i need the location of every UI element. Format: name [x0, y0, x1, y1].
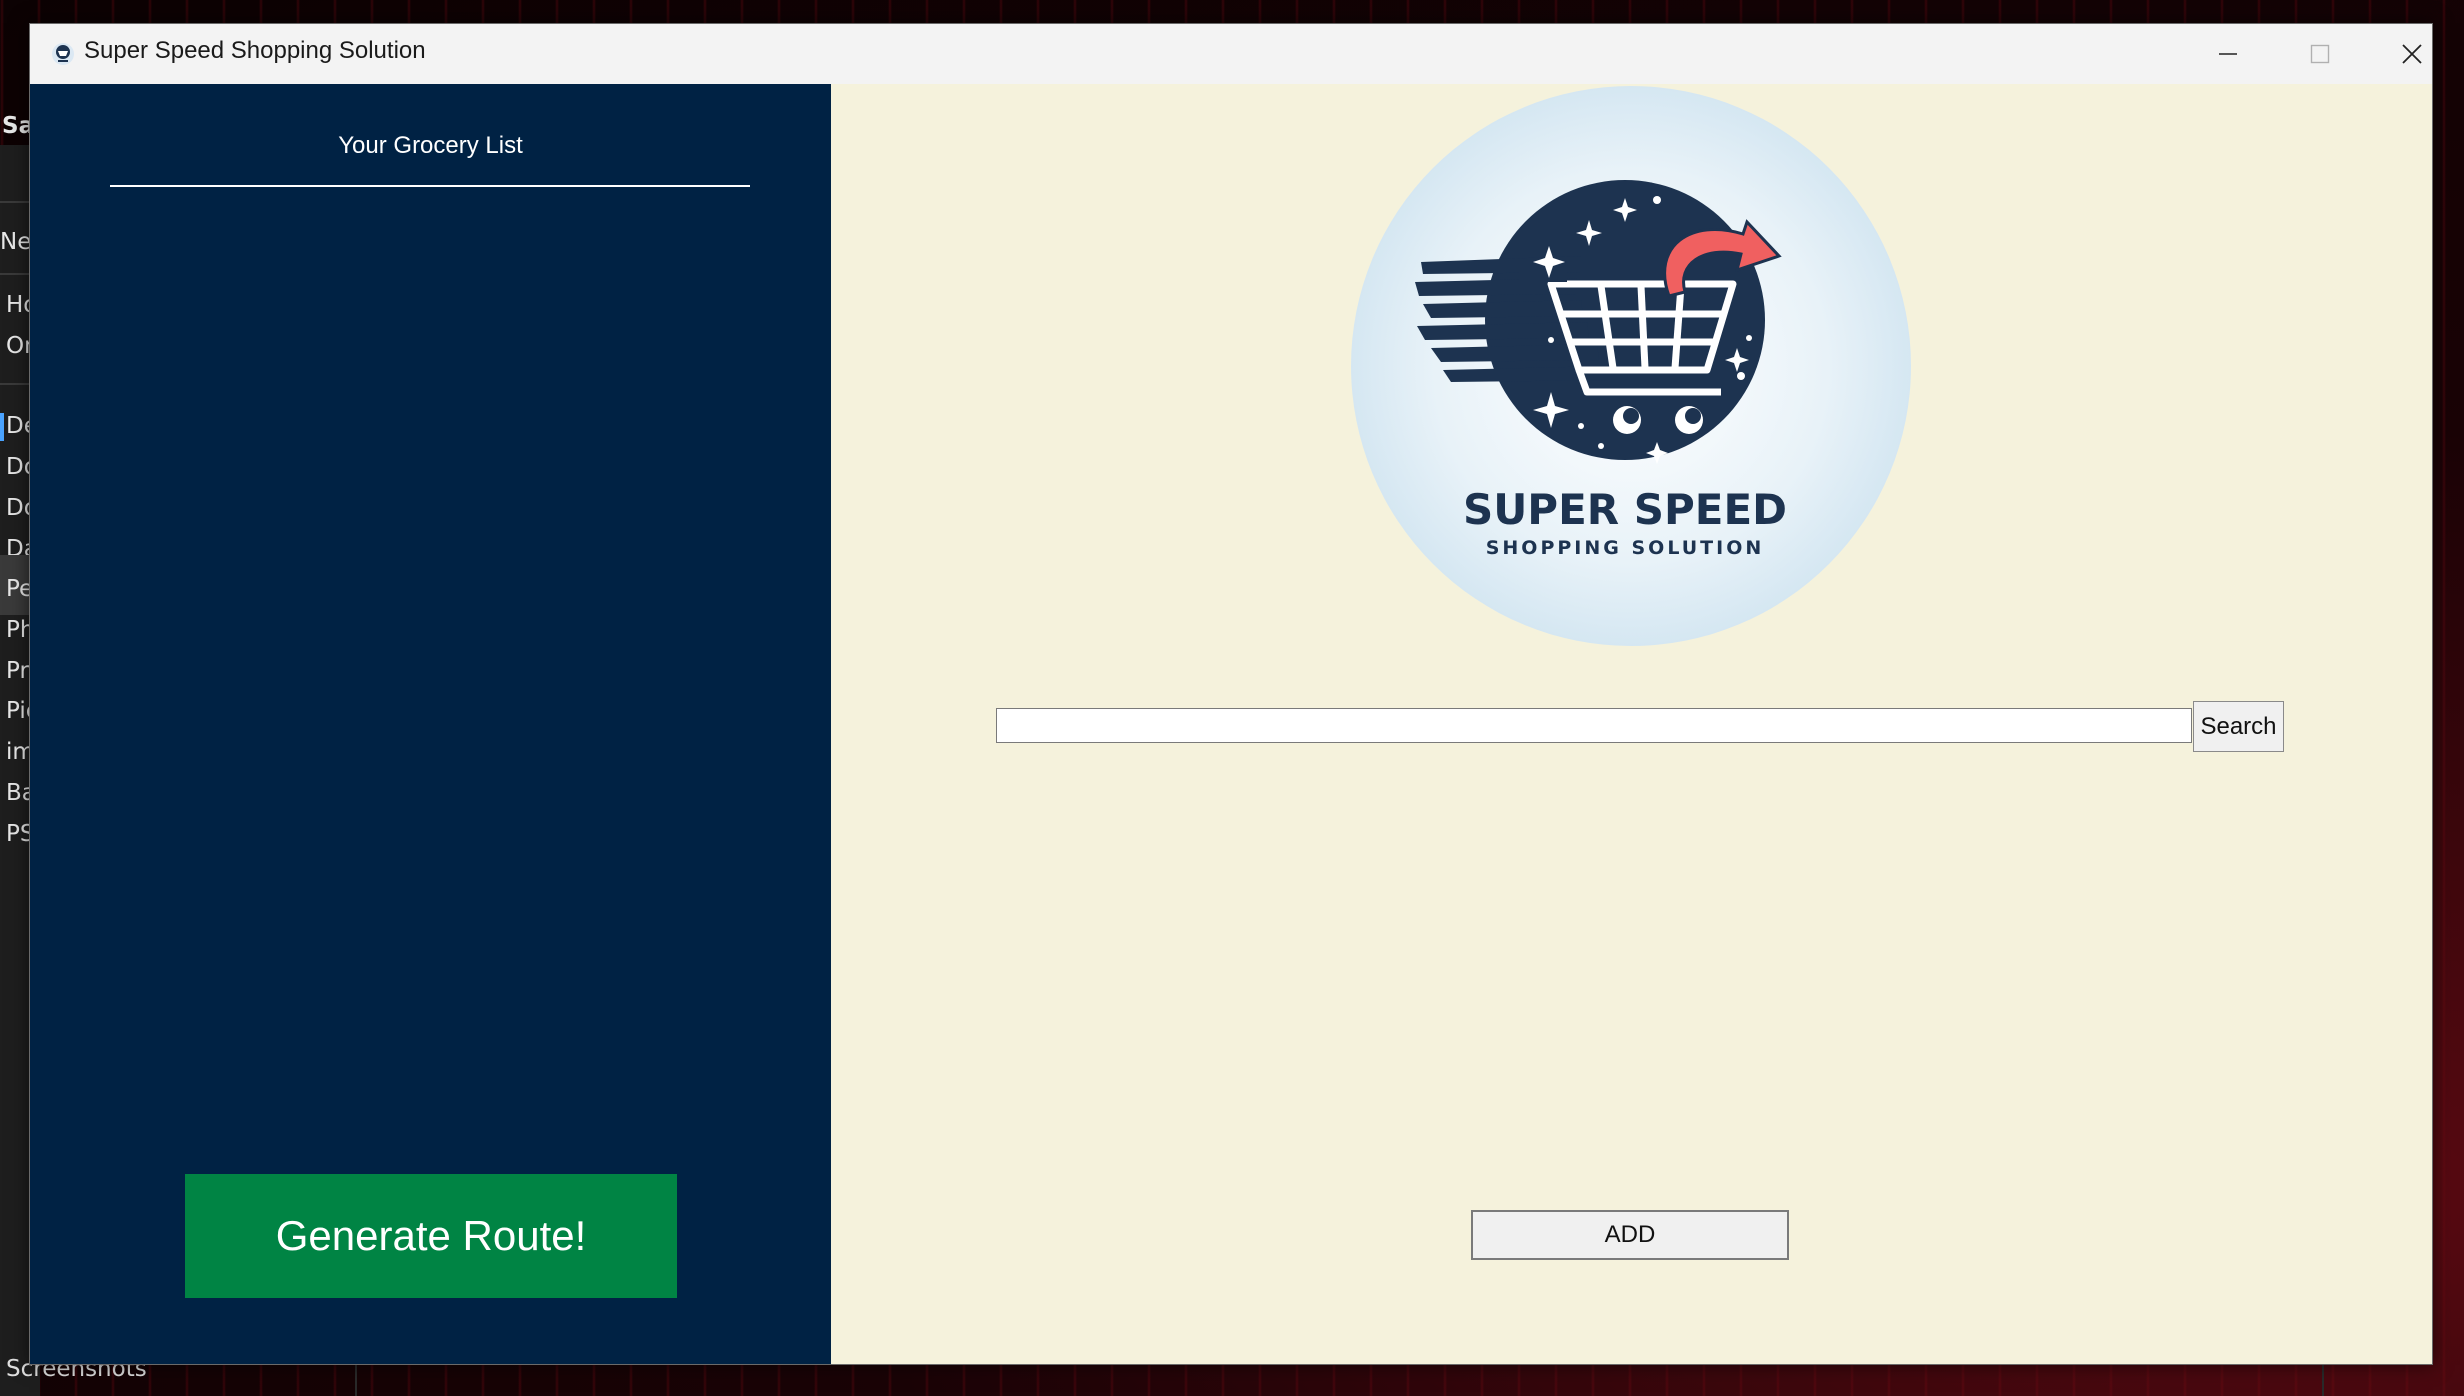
- explorer-accent: [0, 413, 4, 441]
- taskbar-divider: [355, 1362, 357, 1396]
- search-input[interactable]: [996, 708, 2192, 743]
- close-button[interactable]: [2366, 24, 2432, 84]
- app-icon: [50, 41, 76, 67]
- minimize-button[interactable]: [2182, 24, 2274, 84]
- generate-route-button[interactable]: Generate Route!: [185, 1174, 677, 1298]
- search-button[interactable]: Search: [2193, 701, 2284, 752]
- grocery-list-panel: Your Grocery List Generate Route!: [30, 84, 831, 1364]
- minimize-icon: [2219, 53, 2237, 55]
- maximize-button[interactable]: [2274, 24, 2366, 84]
- taskbar-divider: [2322, 1362, 2324, 1396]
- logo-subtitle: SHOPPING SOLUTION: [1486, 537, 1765, 559]
- grocery-list-header: Your Grocery List: [338, 132, 523, 159]
- explorer-item[interactable]: Pr: [6, 658, 29, 684]
- logo-title: SUPER SPEED: [1463, 485, 1787, 534]
- main-panel: SUPER SPEED SHOPPING SOLUTION Search ADD: [831, 84, 2432, 1364]
- add-button[interactable]: ADD: [1471, 1210, 1789, 1260]
- window-title: Super Speed Shopping Solution: [84, 37, 426, 64]
- grocery-list-divider: [110, 185, 750, 187]
- maximize-icon: [2310, 44, 2330, 64]
- grocery-list[interactable]: [110, 204, 750, 1204]
- super-speed-logo: SUPER SPEED SHOPPING SOLUTION: [1351, 86, 1911, 646]
- app-window: Super Speed Shopping Solution Your Groce…: [29, 23, 2433, 1365]
- close-icon: [2402, 44, 2422, 64]
- title-bar[interactable]: Super Speed Shopping Solution: [30, 24, 2432, 84]
